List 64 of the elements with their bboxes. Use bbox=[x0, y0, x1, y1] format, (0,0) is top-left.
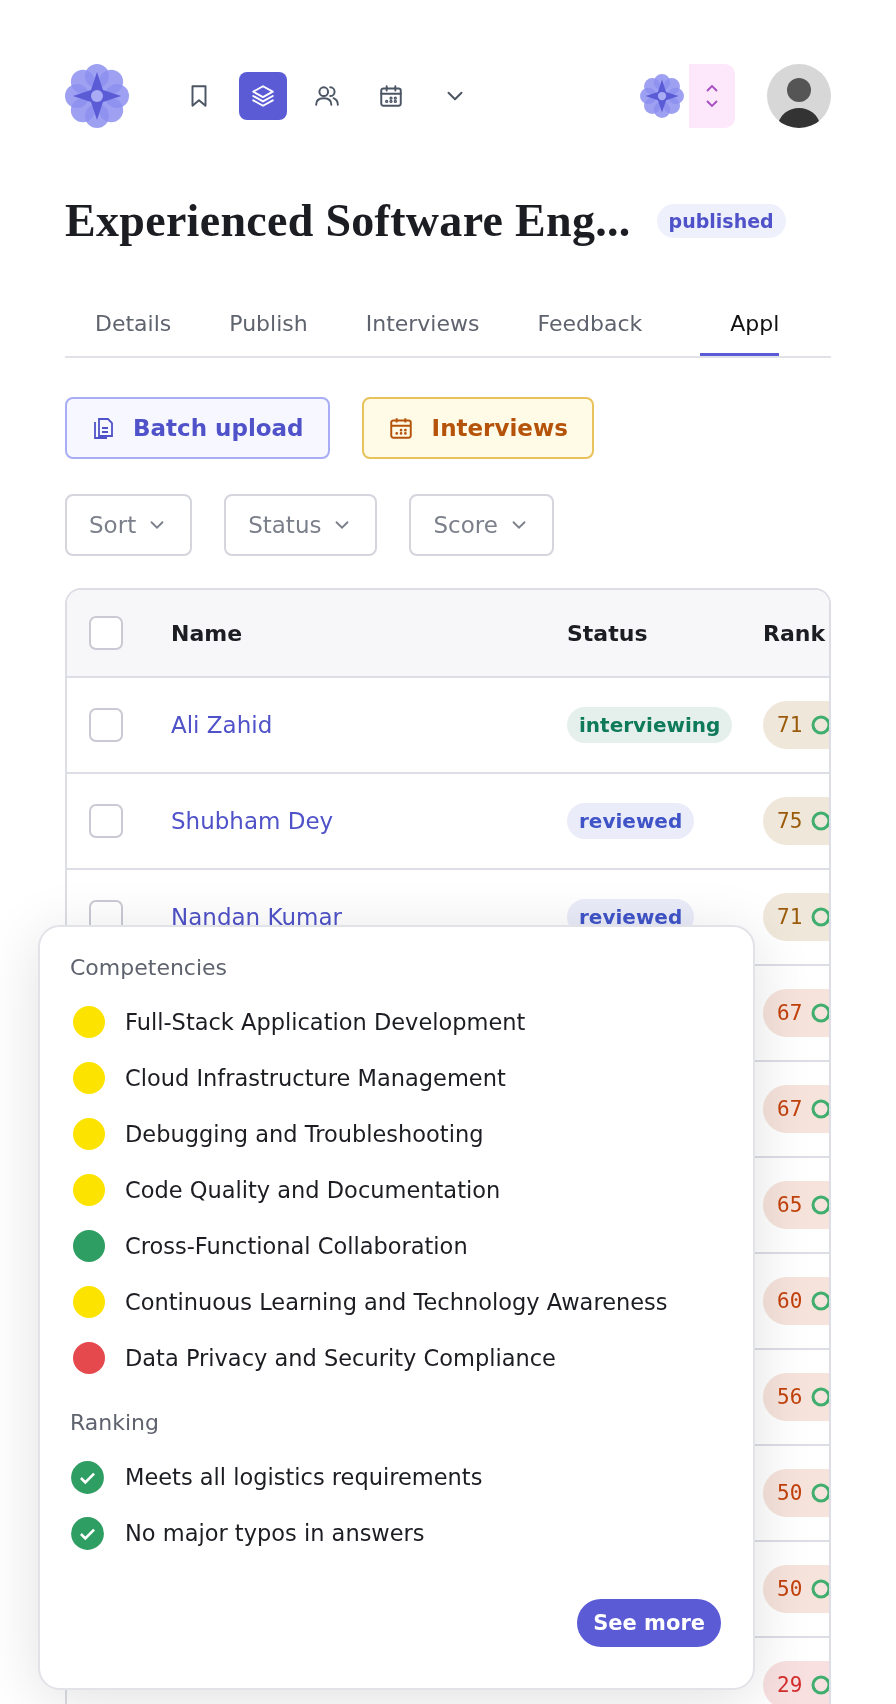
score-pill: 67 bbox=[763, 1085, 829, 1133]
ranking-label: No major typos in answers bbox=[125, 1520, 425, 1546]
score-pill: 60 bbox=[763, 1277, 829, 1325]
filter-dropdown[interactable]: Status bbox=[224, 494, 378, 556]
layers-icon bbox=[250, 83, 276, 109]
documents-icon bbox=[91, 415, 115, 441]
score-pill: 29 bbox=[763, 1661, 829, 1704]
score-pill: 50 bbox=[763, 1565, 829, 1613]
workspace-logo-icon bbox=[640, 74, 684, 118]
batch-upload-button[interactable]: Batch upload bbox=[65, 397, 330, 459]
ring-icon bbox=[810, 714, 829, 736]
ring-icon bbox=[810, 1674, 829, 1696]
filter-dropdown[interactable]: Score bbox=[409, 494, 554, 556]
select-all-checkbox[interactable] bbox=[89, 616, 123, 650]
tab[interactable]: Details bbox=[65, 303, 172, 356]
ring-icon bbox=[810, 1386, 829, 1408]
ring-icon bbox=[810, 1002, 829, 1024]
nav-button[interactable] bbox=[239, 72, 287, 120]
section-heading: Ranking bbox=[70, 1410, 160, 1435]
competency-label: Cloud Infrastructure Management bbox=[125, 1065, 506, 1091]
calendar-icon bbox=[387, 415, 414, 441]
ring-icon bbox=[810, 810, 829, 832]
interviews-button[interactable]: Interviews bbox=[361, 397, 594, 459]
competency-label: Debugging and Troubleshooting bbox=[125, 1121, 484, 1147]
row-checkbox[interactable] bbox=[89, 708, 123, 742]
column-header: Rank bbox=[763, 620, 827, 646]
users-icon bbox=[314, 83, 340, 109]
tab[interactable]: Interviews bbox=[365, 303, 480, 356]
ring-icon bbox=[810, 1194, 829, 1216]
score-pill: 71 bbox=[763, 701, 829, 749]
status-badge: published bbox=[656, 203, 786, 238]
ring-icon bbox=[810, 1290, 829, 1312]
score-pill: 50 bbox=[763, 1469, 829, 1517]
filter-dropdown[interactable]: Sort bbox=[65, 494, 193, 556]
competency-label: Continuous Learning and Technology Awareness bbox=[125, 1289, 668, 1315]
ring-icon bbox=[810, 1098, 829, 1120]
calendar-icon bbox=[378, 83, 404, 109]
ring-icon bbox=[810, 1482, 829, 1504]
competency-label: Code Quality and Documentation bbox=[125, 1177, 501, 1203]
tab[interactable]: Appl bbox=[700, 303, 780, 356]
ranking-label: Meets all logistics requirements bbox=[125, 1464, 483, 1490]
competency-label: Data Privacy and Security Compliance bbox=[125, 1345, 556, 1371]
status-badge: reviewed bbox=[567, 803, 695, 839]
ring-icon bbox=[810, 906, 829, 928]
row-checkbox[interactable] bbox=[89, 804, 123, 838]
competency-label: Full-Stack Application Development bbox=[125, 1009, 526, 1035]
score-pill: 65 bbox=[763, 1181, 829, 1229]
section-heading: Competencies bbox=[70, 955, 229, 980]
score-pill: 56 bbox=[763, 1373, 829, 1421]
page-title: Experienced Software Eng... bbox=[65, 194, 631, 247]
candidate-name-link[interactable]: Shubham Dey bbox=[171, 808, 334, 834]
status-badge: interviewing bbox=[567, 707, 733, 743]
ring-icon bbox=[810, 1578, 829, 1600]
tab[interactable]: Publish bbox=[229, 303, 308, 356]
logo-icon bbox=[65, 64, 129, 128]
column-header: Status bbox=[567, 620, 649, 646]
candidate-name-link[interactable]: Ali Zahid bbox=[171, 712, 273, 738]
score-pill: 75 bbox=[763, 797, 829, 845]
tab[interactable]: Feedback bbox=[537, 303, 643, 356]
score-pill: 71 bbox=[763, 893, 829, 941]
competency-label: Cross-Functional Collaboration bbox=[125, 1233, 468, 1259]
see-more-button[interactable]: See more bbox=[577, 1599, 721, 1647]
score-pill: 67 bbox=[763, 989, 829, 1037]
column-header: Name bbox=[171, 620, 244, 646]
